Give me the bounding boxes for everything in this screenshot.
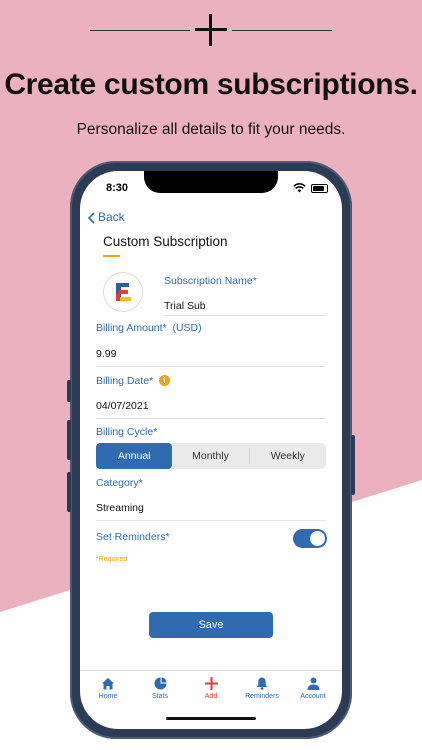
reminders-toggle[interactable] (293, 529, 327, 548)
divider (96, 366, 326, 367)
plus-icon (195, 14, 227, 46)
tab-add[interactable]: Add (185, 677, 237, 700)
back-label: Back (98, 210, 125, 224)
tab-home[interactable]: Home (82, 677, 134, 700)
letter-e-logo-icon (116, 283, 131, 301)
power-button (351, 435, 355, 495)
set-reminders-label: Set Reminders* (96, 531, 170, 543)
hero-divider-right (232, 30, 332, 31)
billing-date-label: Billing Date* (96, 375, 154, 387)
billing-cycle-label: Billing Cycle* (96, 426, 158, 438)
title-underline (103, 255, 120, 257)
save-button[interactable]: Save (149, 612, 273, 638)
toggle-knob (310, 531, 325, 546)
wifi-icon (293, 183, 306, 193)
hero-divider-left (90, 30, 190, 31)
subscription-name-input[interactable]: Trial Sub (164, 300, 206, 312)
tab-reminders[interactable]: Reminders (236, 677, 288, 700)
tab-home-label: Home (98, 693, 118, 700)
divider (96, 418, 326, 419)
home-icon (102, 678, 114, 690)
billing-cycle-segmented-control[interactable]: Annual Monthly Weekly (96, 443, 326, 469)
hero-subtitle: Personalize all details to fit your need… (76, 121, 346, 138)
billing-amount-input[interactable]: 9.99 (96, 348, 116, 360)
chevron-left-icon (87, 212, 95, 224)
cycle-option-annual[interactable]: Annual (96, 443, 173, 469)
category-input[interactable]: Streaming (96, 502, 144, 514)
tab-stats-label: Stats (152, 693, 168, 700)
cycle-option-monthly[interactable]: Monthly (172, 443, 248, 469)
subscription-logo[interactable] (103, 272, 143, 312)
hero-title: Create custom subscriptions. (4, 68, 418, 101)
pie-chart-icon (154, 677, 166, 690)
back-button[interactable]: Back (87, 210, 125, 224)
tab-add-label: Add (204, 693, 218, 700)
battery-icon (311, 184, 328, 193)
required-note: *Required (96, 556, 128, 563)
person-icon (307, 677, 319, 690)
mute-switch (67, 380, 71, 402)
info-icon[interactable]: i (159, 375, 170, 386)
billing-amount-label: Billing Amount* (USD) (96, 322, 202, 334)
tab-stats[interactable]: Stats (134, 677, 186, 700)
category-label: Category* (96, 477, 143, 489)
plus-icon (204, 677, 218, 690)
tab-bar-divider (80, 670, 342, 671)
subscription-name-label: Subscription Name* (164, 275, 257, 287)
bell-icon (256, 677, 268, 690)
page-title: Custom Subscription (103, 234, 228, 249)
volume-down-button (67, 472, 71, 512)
divider (96, 520, 326, 521)
cycle-option-weekly[interactable]: Weekly (250, 443, 326, 469)
tab-reminders-label: Reminders (245, 693, 279, 700)
billing-date-input[interactable]: 04/07/2021 (96, 400, 149, 412)
tab-account-label: Account (300, 693, 326, 700)
volume-up-button (67, 420, 71, 460)
home-indicator (166, 717, 256, 720)
tab-account[interactable]: Account (287, 677, 339, 700)
divider (164, 315, 326, 316)
status-time: 8:30 (106, 182, 129, 194)
notch (144, 171, 278, 193)
